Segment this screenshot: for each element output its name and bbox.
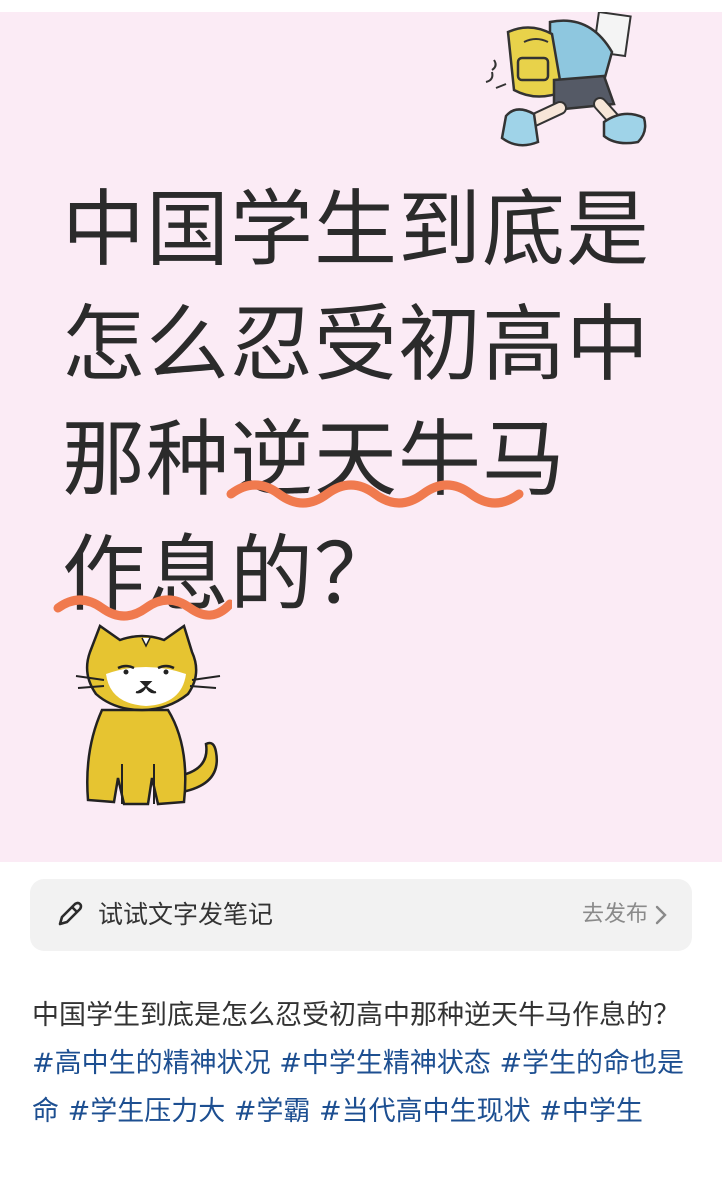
headline-line: 怎么忍受初高中 bbox=[62, 296, 650, 393]
hashtag-link[interactable]: #中学生 bbox=[539, 1096, 643, 1127]
post-caption: 中国学生到底是怎么忍受初高中那种逆天牛马作息的？ #高中生的精神状况 #中学生精… bbox=[32, 992, 696, 1136]
go-publish-label: 去发布 bbox=[581, 902, 648, 927]
compose-prompt-text: 试试文字发笔记 bbox=[98, 900, 274, 929]
headline-line: 作息的？ bbox=[62, 526, 398, 623]
hashtag-link[interactable]: #学霸 bbox=[234, 1096, 311, 1127]
hashtag-link[interactable]: #高中生的精神状况 bbox=[32, 1048, 271, 1079]
student-illustration bbox=[485, 12, 647, 147]
chevron-right-icon bbox=[655, 905, 667, 925]
hashtag-link[interactable]: #学生压力大 bbox=[68, 1096, 226, 1127]
compose-note-prompt[interactable]: 试试文字发笔记 去发布 bbox=[30, 879, 692, 951]
go-publish-button[interactable]: 去发布 bbox=[582, 898, 668, 932]
hashtag-link[interactable]: #中学生精神状态 bbox=[279, 1048, 491, 1079]
cover-headline: 中国学生到底是 怎么忍受初高中 那种逆天牛马 作息的？ bbox=[62, 172, 682, 632]
headline-line: 中国学生到底是 bbox=[62, 181, 650, 278]
hashtag-link[interactable]: #当代高中生现状 bbox=[319, 1096, 531, 1127]
pencil-icon bbox=[58, 901, 83, 926]
headline-line: 那种逆天牛马 bbox=[62, 411, 566, 508]
cover-image[interactable]: 中国学生到底是 怎么忍受初高中 那种逆天牛马 作息的？ bbox=[0, 12, 722, 862]
post-body-text: 中国学生到底是怎么忍受初高中那种逆天牛马作息的？ bbox=[32, 1000, 680, 1031]
cat-illustration bbox=[75, 623, 221, 806]
